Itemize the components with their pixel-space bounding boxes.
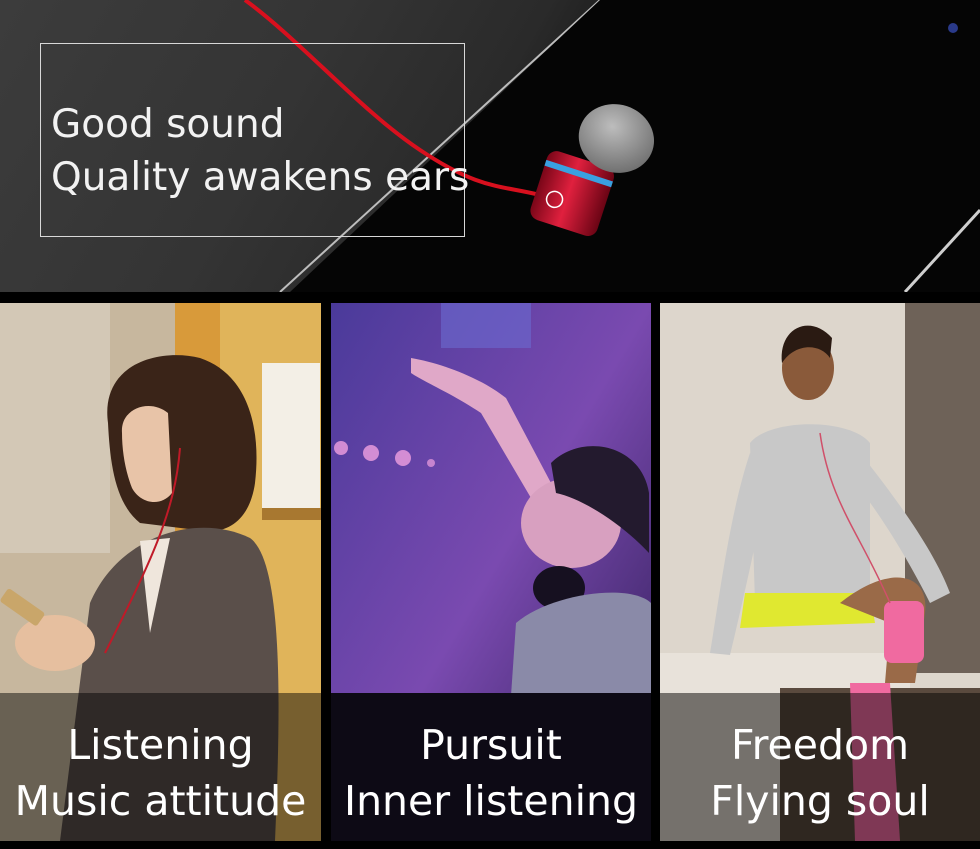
panel-caption: Listening Music attitude [0, 717, 321, 829]
panel-freedom: Freedom Flying soul [660, 303, 980, 841]
panel-title: Listening [67, 721, 254, 769]
panel-title: Freedom [730, 721, 910, 769]
panel-subtitle: Flying soul [710, 777, 930, 825]
phone-camera [948, 23, 958, 33]
panel-subtitle: Music attitude [14, 777, 307, 825]
panel-title: Pursuit [420, 721, 562, 769]
panel-caption: Pursuit Inner listening [331, 717, 651, 829]
hero-banner: Good sound Quality awakens ears [0, 0, 980, 292]
panel-caption: Freedom Flying soul [660, 717, 980, 829]
hero-line-2: Quality awakens ears [51, 155, 470, 200]
panel-listening: Listening Music attitude [0, 303, 321, 841]
panel-subtitle: Inner listening [343, 777, 638, 825]
panel-pursuit: Pursuit Inner listening [331, 303, 651, 841]
hero-headline: Good sound Quality awakens ears [51, 98, 491, 204]
hero-line-1: Good sound [51, 102, 285, 147]
